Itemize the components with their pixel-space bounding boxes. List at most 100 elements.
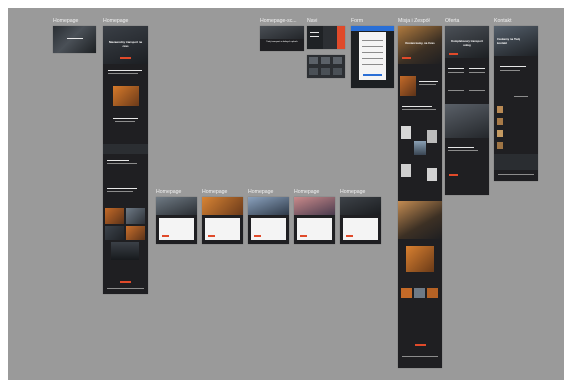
form-field[interactable]	[362, 58, 383, 60]
text-line	[113, 118, 138, 120]
text-line	[107, 191, 133, 193]
text-line	[419, 81, 438, 83]
frame-homepage-sc[interactable]: Twój transport w dobrych rękach	[260, 26, 304, 51]
nav-panel	[307, 26, 323, 49]
cta-button[interactable]	[402, 57, 411, 59]
form-field[interactable]	[362, 64, 383, 66]
orange-photo	[113, 86, 139, 106]
nav-accent	[337, 26, 345, 49]
photo-grid	[105, 226, 124, 240]
nav-line	[310, 32, 319, 34]
cta-button[interactable]	[449, 53, 458, 55]
portrait	[401, 126, 411, 139]
orange-photo	[406, 246, 434, 272]
frame-label-kontakt[interactable]: Kontakt	[494, 18, 512, 24]
portrait	[427, 130, 437, 143]
form-field[interactable]	[362, 46, 383, 48]
nav-thumb	[321, 68, 330, 75]
text-line	[402, 109, 436, 111]
text-line	[514, 96, 528, 98]
hero-title: Kompleksowy transport usług	[451, 39, 483, 47]
footer-line	[498, 174, 534, 176]
form-submit[interactable]	[363, 74, 382, 76]
frame-label-row2-1[interactable]: Homepage	[156, 189, 181, 195]
text-line	[469, 72, 485, 74]
frame-row2-3[interactable]	[248, 197, 289, 244]
frame-oferta[interactable]: Kompleksowy transport usług	[445, 26, 489, 195]
photo-grid	[105, 208, 124, 224]
nav-thumb	[309, 68, 318, 75]
frame-label-homepage-1[interactable]: Homepage	[53, 18, 78, 24]
section-photo	[445, 104, 489, 138]
frame-label-homepage-2[interactable]: Homepage	[103, 18, 128, 24]
frame-label-homepage-sc[interactable]: Homepage-sc...	[260, 18, 297, 24]
text-line	[402, 106, 432, 108]
photo-grid	[401, 288, 412, 298]
form-header	[351, 26, 394, 31]
card-button[interactable]	[300, 235, 307, 237]
hero-photo	[248, 197, 289, 215]
photo-grid	[427, 288, 438, 298]
contact-photo	[497, 130, 503, 137]
hero-photo	[53, 26, 96, 53]
card-button[interactable]	[346, 235, 353, 237]
design-canvas[interactable]: Homepage Homepage Niezawodny transport n…	[8, 8, 564, 380]
text-line	[469, 90, 485, 92]
frame-label-row2-5[interactable]: Homepage	[340, 189, 365, 195]
frame-label-navi[interactable]: Navi	[307, 18, 317, 24]
text-line	[448, 150, 478, 152]
text-line	[107, 163, 137, 165]
text-line	[419, 84, 436, 86]
form-field[interactable]	[362, 52, 383, 54]
form-field[interactable]	[362, 40, 383, 42]
portrait	[401, 164, 411, 177]
frame-row2-5[interactable]	[340, 197, 381, 244]
frame-homepage-2[interactable]: Niezawodny transport na czas	[103, 26, 148, 294]
hero-title: Niezawodny transport na czas	[108, 40, 143, 48]
caption: Twój transport w dobrych rękach	[266, 41, 298, 43]
text-line	[67, 38, 83, 40]
frame-label-row2-2[interactable]: Homepage	[202, 189, 227, 195]
hero-photo	[260, 26, 304, 39]
hero-photo	[340, 197, 381, 215]
frame-label-form[interactable]: Form	[351, 18, 363, 24]
text-line	[448, 147, 474, 149]
cta-button[interactable]	[120, 57, 131, 59]
text-line	[500, 70, 520, 72]
road-photo	[111, 242, 139, 260]
footer-line	[402, 356, 438, 358]
building-photo	[414, 141, 426, 155]
text-line	[500, 66, 526, 68]
card-button[interactable]	[208, 235, 215, 237]
text-line	[448, 90, 464, 92]
frame-label-row2-3[interactable]: Homepage	[248, 189, 273, 195]
frame-navi-top[interactable]	[307, 26, 345, 49]
frame-label-oferta[interactable]: Oferta	[445, 18, 459, 24]
hero-photo	[202, 197, 243, 215]
card-button[interactable]	[162, 235, 169, 237]
footer-button[interactable]	[120, 281, 131, 283]
hero-title: Dostarczamy, na Czas	[405, 41, 435, 45]
frame-row2-2[interactable]	[202, 197, 243, 244]
text-line	[469, 68, 485, 70]
frame-row2-4[interactable]	[294, 197, 335, 244]
text-line	[448, 72, 464, 74]
frame-navi-bottom[interactable]	[307, 55, 345, 78]
frame-row2-1[interactable]	[156, 197, 197, 244]
hero-title: Czekamy na Twój kontakt	[497, 37, 521, 45]
frame-label-row2-4[interactable]: Homepage	[294, 189, 319, 195]
frame-label-misja[interactable]: Misja i Zespół	[398, 18, 430, 24]
nav-thumb	[321, 57, 330, 64]
frame-kontakt[interactable]: Czekamy na Twój kontakt	[494, 26, 538, 181]
contact-photo	[497, 118, 503, 125]
photo-grid	[126, 208, 145, 224]
footer-button[interactable]	[415, 344, 426, 346]
frame-form[interactable]	[351, 26, 394, 88]
card-button[interactable]	[254, 235, 261, 237]
portrait	[427, 168, 437, 181]
frame-misja[interactable]: Dostarczamy, na Czas	[398, 26, 442, 368]
frame-homepage-1[interactable]	[53, 26, 96, 53]
nav-thumb	[333, 68, 342, 75]
offer-button[interactable]	[449, 174, 458, 176]
team-photo	[400, 76, 416, 96]
